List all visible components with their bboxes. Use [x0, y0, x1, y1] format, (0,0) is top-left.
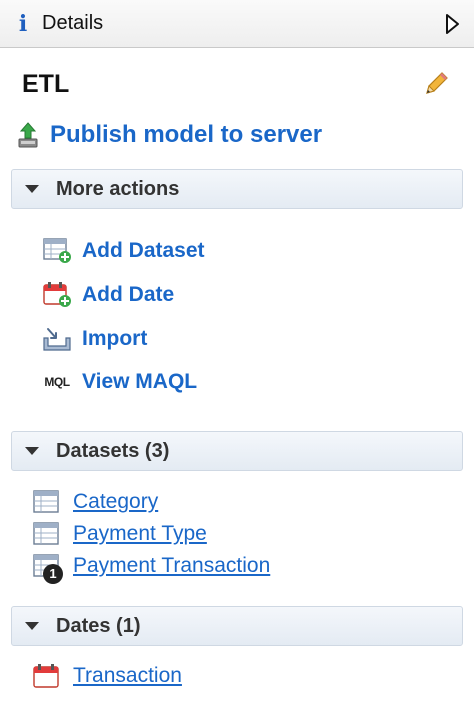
collapse-triangle-icon [25, 447, 39, 455]
dates-header[interactable]: Dates (1) [11, 606, 463, 646]
publish-label: Publish model to server [50, 121, 323, 148]
table-badge-icon: 1 [32, 553, 63, 584]
collapse-triangle-icon [25, 185, 39, 193]
upload-icon [16, 121, 40, 149]
dataset-item[interactable]: Payment Type [32, 521, 207, 547]
dataset-link[interactable]: Payment Type [73, 522, 207, 546]
maql-icon: MQL [42, 369, 72, 395]
date-link[interactable]: Transaction [73, 664, 182, 688]
table-icon [32, 489, 62, 515]
dataset-link[interactable]: Category [73, 490, 158, 514]
add-dataset-action[interactable]: Add Dataset [42, 238, 205, 264]
count-badge: 1 [43, 564, 63, 584]
datasets-header[interactable]: Datasets (3) [11, 431, 463, 471]
dates-label: Dates (1) [56, 614, 141, 637]
add-date-icon [42, 282, 72, 308]
collapse-panel-icon[interactable] [444, 13, 460, 35]
add-dataset-label: Add Dataset [82, 239, 205, 262]
datasets-label: Datasets (3) [56, 439, 170, 462]
panel-title: Details [42, 12, 104, 34]
add-date-label: Add Date [82, 283, 175, 306]
import-action[interactable]: Import [42, 326, 147, 352]
info-icon: i [18, 10, 28, 37]
maql-glyph: MQL [44, 375, 70, 389]
import-icon [42, 326, 72, 352]
more-actions-header[interactable]: More actions [11, 169, 463, 209]
dataset-item[interactable]: 1 Payment Transaction [32, 553, 270, 584]
add-date-action[interactable]: Add Date [42, 282, 174, 308]
view-maql-label: View MAQL [82, 370, 198, 393]
pencil-icon[interactable] [422, 70, 450, 98]
panel-titlebar: i Details [0, 0, 474, 48]
collapse-triangle-icon [25, 622, 39, 630]
calendar-icon [32, 663, 62, 689]
add-dataset-icon [42, 238, 72, 264]
view-maql-action[interactable]: MQL View MAQL [42, 369, 197, 395]
publish-model-link[interactable]: Publish model to server [16, 121, 322, 149]
dataset-link[interactable]: Payment Transaction [73, 554, 270, 578]
model-title: ETL [22, 70, 70, 98]
date-item[interactable]: Transaction [32, 663, 182, 689]
import-label: Import [82, 327, 148, 350]
more-actions-label: More actions [56, 177, 180, 200]
table-icon [32, 521, 62, 547]
dataset-item[interactable]: Category [32, 489, 158, 515]
